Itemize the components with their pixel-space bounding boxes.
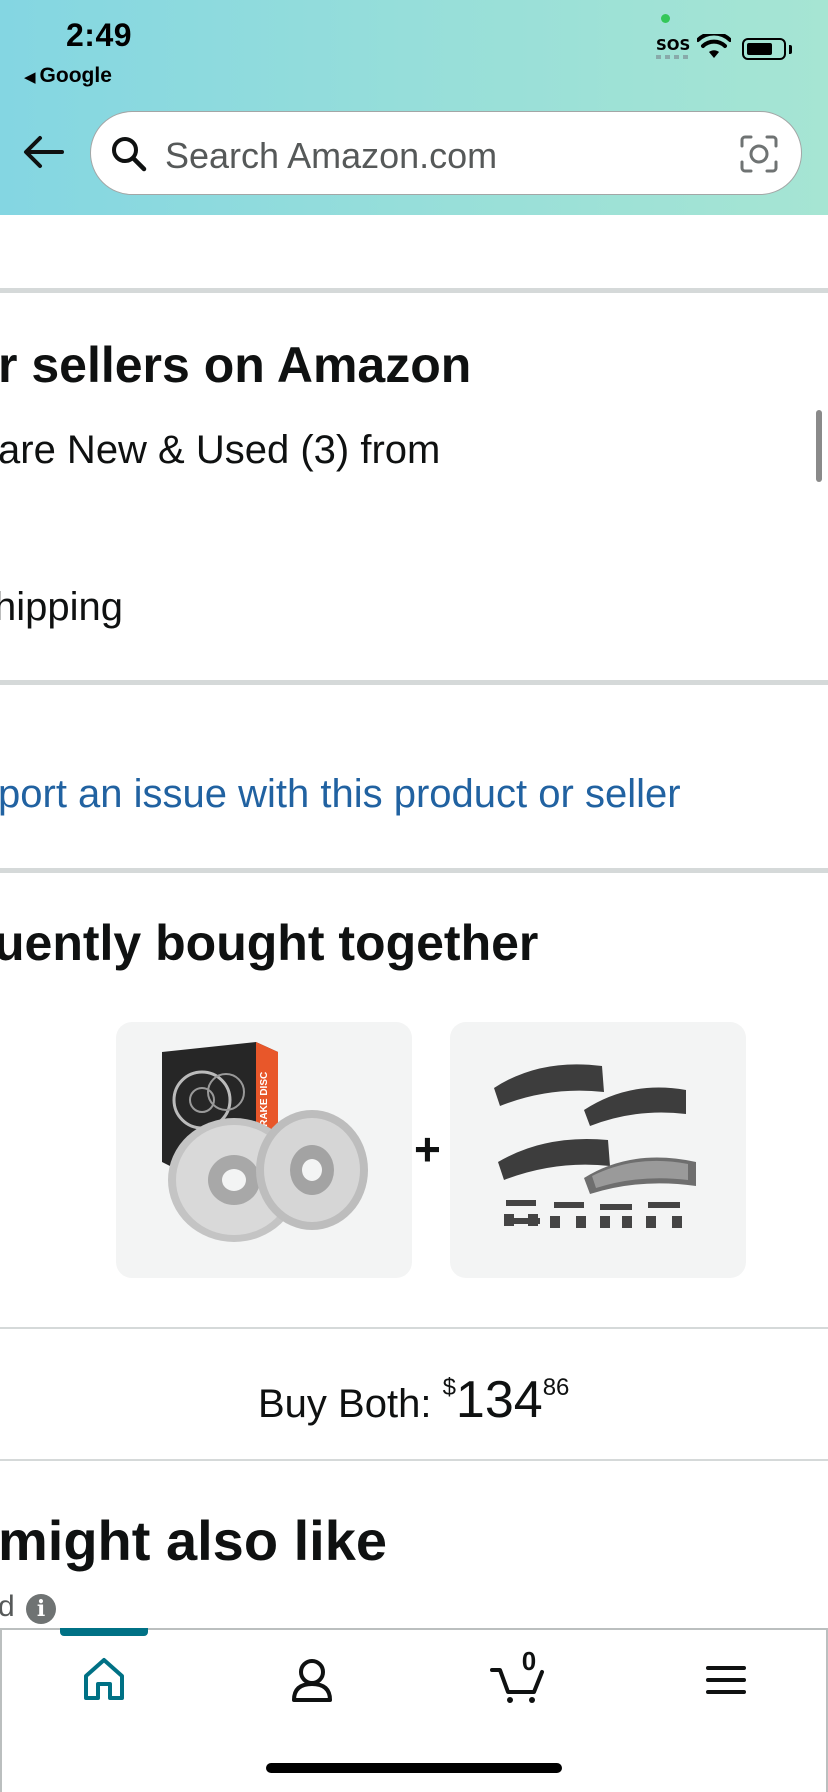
section-divider [0, 1327, 828, 1329]
might-also-like-title: might also like [0, 1509, 387, 1572]
back-to-google-link[interactable]: ◀ Google [24, 64, 112, 88]
buy-both-label: Buy Both: [258, 1382, 443, 1426]
product-card-brake-pads[interactable] [450, 1022, 746, 1278]
compare-new-used-link[interactable]: are New & Used (3) from [0, 428, 440, 473]
sos-indicator: SOS [656, 36, 691, 54]
nav-active-indicator [60, 1628, 148, 1636]
scrollbar[interactable] [816, 410, 822, 482]
battery-icon [742, 38, 786, 60]
price-currency: $ [442, 1374, 456, 1401]
signal-dots [656, 55, 690, 59]
bought-together-title: uently bought together [0, 915, 539, 971]
search-icon [112, 137, 147, 172]
privacy-indicator-dot [661, 14, 670, 23]
plus-sign: + [414, 1123, 441, 1175]
back-app-label: Google [39, 64, 112, 87]
price-cents: 86 [542, 1374, 570, 1401]
shipping-text: hipping [0, 585, 124, 629]
brake-pads-image [494, 1064, 696, 1228]
home-icon[interactable] [64, 1648, 144, 1708]
camera-search-icon[interactable] [739, 134, 779, 174]
product-card-brake-rotors[interactable]: BRAKE DISC [116, 1022, 412, 1278]
brake-rotors-image: BRAKE DISC [162, 1042, 368, 1242]
section-divider [0, 680, 828, 685]
sponsored-label: d [0, 1590, 15, 1623]
section-divider [0, 868, 828, 873]
section-divider [0, 288, 828, 293]
back-triangle-icon: ◀ [24, 69, 36, 86]
search-input[interactable]: Search Amazon.com [90, 111, 802, 195]
other-sellers-title: r sellers on Amazon [0, 337, 472, 393]
cart-count-badge: 0 [521, 1646, 537, 1676]
back-arrow-icon[interactable] [22, 135, 64, 169]
app-header: 2:49 ◀ Google SOS Search Amazon.com [0, 0, 828, 215]
section-divider [0, 1459, 828, 1461]
status-time: 2:49 [66, 17, 133, 53]
price-dollars: 134 [455, 1371, 543, 1429]
wifi-icon [697, 34, 731, 58]
battery-tip [789, 45, 792, 54]
report-issue-link[interactable]: port an issue with this product or selle… [0, 772, 681, 817]
home-indicator-bar[interactable] [266, 1763, 562, 1773]
info-icon[interactable]: i [26, 1594, 56, 1624]
menu-icon[interactable] [686, 1648, 766, 1708]
buy-both-price[interactable]: Buy Both: $13486 [258, 1370, 569, 1430]
account-icon[interactable] [272, 1648, 352, 1708]
search-placeholder: Search Amazon.com [165, 135, 498, 176]
